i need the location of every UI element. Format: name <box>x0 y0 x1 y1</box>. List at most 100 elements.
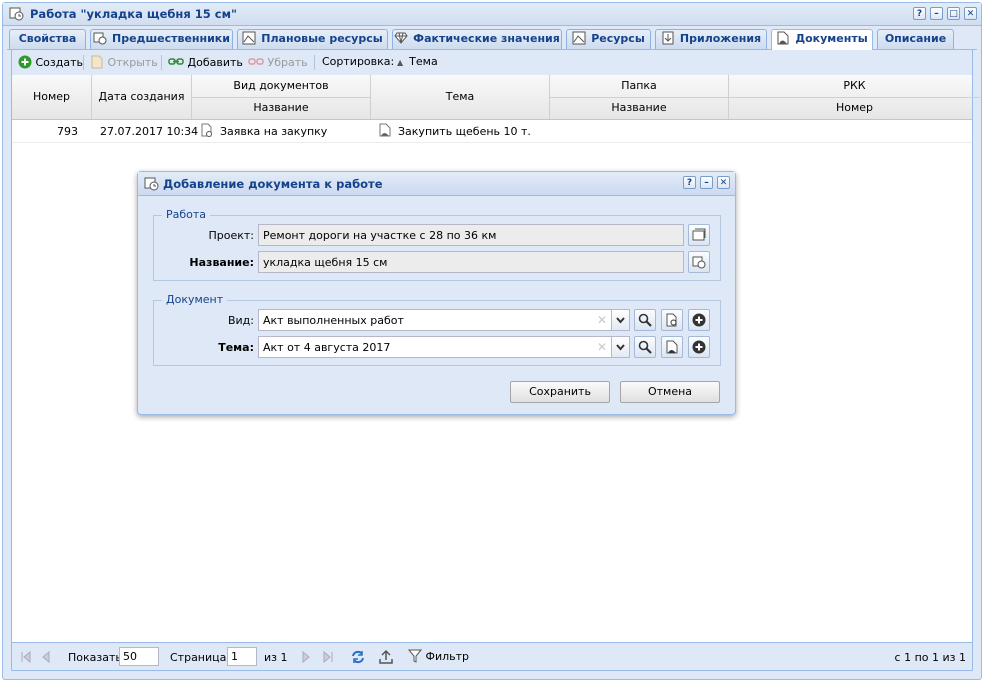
column-pkk-number[interactable]: Номер <box>729 97 980 119</box>
work-icon <box>692 256 706 269</box>
document-legend: Документ <box>162 293 228 306</box>
page-size-input[interactable] <box>119 647 159 666</box>
column-group-pkk: РКК <box>843 79 866 92</box>
window-title: Работа "укладка щебня 15 см" <box>30 7 237 21</box>
table-row[interactable]: 793 27.07.2017 10:34 Заявка на закупку З… <box>12 120 972 143</box>
column-folder-name[interactable]: Название <box>550 97 729 119</box>
subject-search-button[interactable] <box>634 336 656 358</box>
dialog-title: Добавление документа к работе <box>163 177 383 191</box>
toolbar-separator <box>314 55 315 70</box>
add-document-dialog: Добавление документа к работе ? – ✕ Рабо… <box>137 171 736 415</box>
help-button[interactable]: ? <box>913 7 926 20</box>
remove-button[interactable]: Убрать <box>248 55 308 69</box>
chart-icon <box>572 31 586 45</box>
doc-type-dropdown-trigger[interactable] <box>611 310 629 330</box>
add-button[interactable]: Добавить <box>168 55 243 69</box>
download-icon <box>662 31 674 45</box>
cell-doc-type: Заявка на закупку <box>220 125 328 138</box>
plus-circle-icon <box>692 313 706 327</box>
work-fieldset: Работа Проект: Ремонт дороги на участке … <box>153 208 721 281</box>
chevron-down-icon <box>616 317 625 324</box>
column-number[interactable]: Номер <box>12 75 92 119</box>
tab-strip: Свойства Предшественники Плановые ресурс… <box>7 27 977 50</box>
sort-label: Сортировка: <box>322 55 395 68</box>
first-page-icon[interactable] <box>18 649 34 665</box>
tab-resources[interactable]: Ресурсы <box>566 29 651 49</box>
refresh-icon[interactable] <box>350 649 366 665</box>
clear-icon[interactable]: ✕ <box>597 340 607 354</box>
chevron-down-icon <box>616 344 625 351</box>
last-page-icon[interactable] <box>320 649 336 665</box>
sort-subject-button[interactable]: ▲ Тема <box>397 55 438 68</box>
column-group-folder: Папка <box>550 75 729 97</box>
subject-value: Акт от 4 августа 2017 <box>263 341 391 354</box>
column-created[interactable]: Дата создания <box>92 75 192 119</box>
subject-combo[interactable]: Акт от 4 августа 2017 ✕ <box>258 336 630 358</box>
chart-icon <box>242 31 256 45</box>
tab-properties[interactable]: Свойства <box>9 29 86 49</box>
doc-type-search-button[interactable] <box>634 309 656 331</box>
document-icon <box>777 31 789 45</box>
dialog-titlebar[interactable]: Добавление документа к работе ? – ✕ <box>138 172 735 196</box>
close-button[interactable]: ✕ <box>964 7 977 20</box>
show-label: Показать <box>68 651 122 664</box>
subject-dropdown-trigger[interactable] <box>611 337 629 357</box>
prev-page-icon[interactable] <box>38 649 54 665</box>
work-icon <box>144 177 159 191</box>
open-project-button[interactable] <box>688 224 710 246</box>
subject-open-button[interactable] <box>661 336 683 358</box>
doc-type-open-button[interactable] <box>661 309 683 331</box>
work-icon <box>9 7 24 21</box>
open-button[interactable]: Открыть <box>90 55 158 69</box>
open-document-icon <box>91 55 103 69</box>
cancel-button[interactable]: Отмена <box>620 381 720 403</box>
filter-icon <box>407 649 423 663</box>
cell-created: 27.07.2017 10:34 <box>100 125 199 138</box>
tab-description[interactable]: Описание <box>877 29 954 49</box>
pager-bar: Показать Страница из 1 Фильтр с 1 по 1 и… <box>11 643 973 671</box>
doc-type-combo[interactable]: Акт выполненных работ ✕ <box>258 309 630 331</box>
create-button[interactable]: Создать <box>18 55 83 69</box>
documents-toolbar: Создать Открыть Добавить Убрать Сортиров… <box>12 50 972 75</box>
link-icon <box>168 58 184 65</box>
sort-asc-icon: ▲ <box>397 58 404 67</box>
window-titlebar[interactable]: Работа "укладка щебня 15 см" ? – □ ✕ <box>3 3 981 26</box>
dialog-close-button[interactable]: ✕ <box>717 176 730 189</box>
subject-add-button[interactable] <box>688 336 710 358</box>
maximize-button[interactable]: □ <box>947 7 960 20</box>
minimize-button[interactable]: – <box>930 7 943 20</box>
document-settings-icon <box>201 123 212 137</box>
document-settings-icon <box>666 313 677 327</box>
column-doc-type-name[interactable]: Название <box>192 97 371 119</box>
tab-attachments[interactable]: Приложения <box>655 29 767 49</box>
dialog-minimize-button[interactable]: – <box>700 176 713 189</box>
tab-actual-values[interactable]: Фактические значения <box>392 29 562 49</box>
column-subject[interactable]: Тема <box>371 75 550 119</box>
diamond-icon <box>394 32 408 44</box>
tab-predecessors[interactable]: Предшественники <box>90 29 233 49</box>
next-page-icon[interactable] <box>298 649 314 665</box>
name-label: Название: <box>189 256 254 269</box>
dialog-help-button[interactable]: ? <box>683 176 696 189</box>
export-icon[interactable] <box>378 649 394 665</box>
page-number-input[interactable] <box>227 647 257 666</box>
document-icon <box>379 123 391 137</box>
doc-type-add-button[interactable] <box>688 309 710 331</box>
plus-circle-icon <box>18 55 32 69</box>
page-count-label: из 1 <box>264 651 288 664</box>
open-work-button[interactable] <box>688 251 710 273</box>
filter-button[interactable]: Фильтр <box>407 649 469 663</box>
save-button[interactable]: Сохранить <box>510 381 610 403</box>
tab-documents[interactable]: Документы <box>771 29 873 50</box>
column-group-doc-type: Вид документов <box>192 75 371 97</box>
subject-label: Тема: <box>218 341 254 354</box>
toolbar-separator <box>161 55 162 70</box>
clear-icon[interactable]: ✕ <box>597 313 607 327</box>
plus-circle-icon <box>692 340 706 354</box>
tab-planned-resources[interactable]: Плановые ресурсы <box>237 29 388 49</box>
header-divider <box>550 97 980 98</box>
pager-summary: с 1 по 1 из 1 <box>894 651 966 664</box>
project-field: Ремонт дороги на участке с 28 по 36 км <box>258 224 684 246</box>
document-icon <box>666 340 678 354</box>
project-label: Проект: <box>208 229 254 242</box>
